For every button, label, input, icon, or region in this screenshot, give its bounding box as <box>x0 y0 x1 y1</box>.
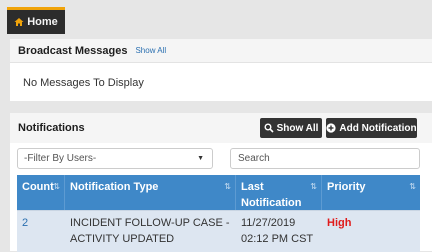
caret-down-icon: ▼ <box>197 155 204 162</box>
add-notification-button[interactable]: Add Notification <box>326 118 417 138</box>
cell-notification-type: INCIDENT FOLLOW-UP CASE - ACTIVITY UPDAT… <box>70 217 230 245</box>
add-notification-button-label: Add Notification <box>339 122 417 134</box>
column-header-count-label: Count <box>22 181 54 193</box>
sort-icon: ⇅ <box>53 182 60 191</box>
sort-desc-icon: ⇅ <box>310 182 317 191</box>
home-tab-label: Home <box>27 16 58 28</box>
search-input[interactable]: Search <box>230 148 420 169</box>
column-header-last-label: Last Notification <box>241 181 302 209</box>
broadcast-panel-header: Broadcast Messages Show All <box>10 39 432 63</box>
filter-select-value: -Filter By Users- <box>24 153 97 164</box>
column-header-priority-label: Priority <box>327 181 366 193</box>
sort-icon: ⇅ <box>224 182 231 191</box>
notifications-table: Count ⇅ Notification Type ⇅ Last Notific… <box>17 175 420 252</box>
table-header-row: Count ⇅ Notification Type ⇅ Last Notific… <box>17 175 420 210</box>
home-tab[interactable]: Home <box>7 7 65 34</box>
broadcast-messages-panel: Broadcast Messages Show All No Messages … <box>10 39 432 101</box>
cell-last-notification: 11/27/2019 02:12 PM CST <box>241 217 314 245</box>
cell-priority: High <box>327 217 352 229</box>
cell-count[interactable]: 2 <box>17 211 65 252</box>
sort-icon: ⇅ <box>409 182 416 191</box>
notifications-title: Notifications <box>18 122 85 134</box>
filter-by-users-select[interactable]: -Filter By Users- ▼ <box>17 148 213 169</box>
column-header-count[interactable]: Count ⇅ <box>17 175 65 210</box>
column-header-notification-type[interactable]: Notification Type ⇅ <box>65 175 236 210</box>
home-icon <box>14 17 24 27</box>
broadcast-title: Broadcast Messages <box>18 44 128 57</box>
column-header-type-label: Notification Type <box>70 181 159 193</box>
search-icon <box>264 123 274 133</box>
broadcast-show-all-link[interactable]: Show All <box>135 46 166 55</box>
table-row[interactable]: 2 INCIDENT FOLLOW-UP CASE - ACTIVITY UPD… <box>17 210 420 252</box>
column-header-last-notification[interactable]: Last Notification ⇅ <box>236 175 322 210</box>
show-all-button[interactable]: Show All <box>260 118 322 138</box>
show-all-button-label: Show All <box>276 122 319 134</box>
broadcast-empty-message: No Messages To Display <box>23 77 144 89</box>
search-input-placeholder: Search <box>238 153 270 164</box>
column-header-priority[interactable]: Priority ⇅ <box>322 175 420 210</box>
top-tab-bar: Home <box>0 0 432 34</box>
plus-circle-icon <box>326 123 336 133</box>
